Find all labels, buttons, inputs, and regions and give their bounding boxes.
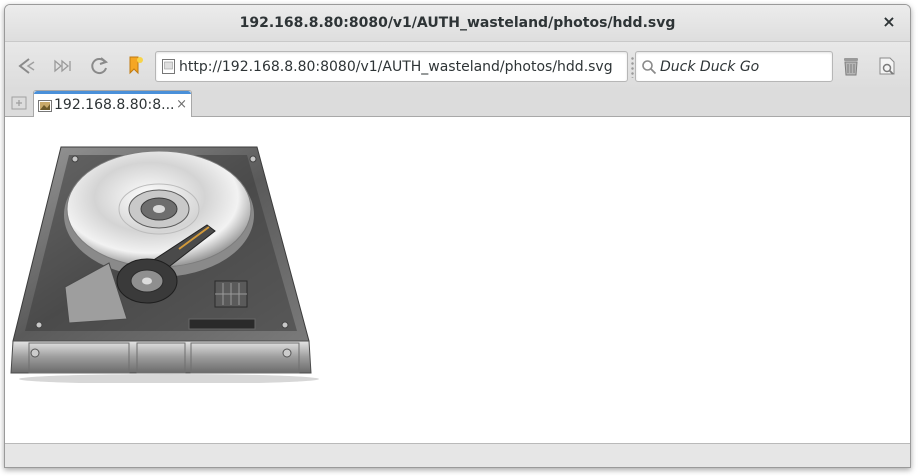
back-button[interactable] [13,52,41,80]
forward-button[interactable] [49,52,77,80]
page-icon [162,59,175,74]
reload-button[interactable] [85,52,113,80]
search-bar[interactable]: Duck Duck Go [635,51,833,82]
tab-close-icon[interactable]: × [176,97,187,112]
url-text[interactable]: http://192.168.8.80:8080/v1/AUTH_wastela… [179,59,613,75]
search-icon [642,60,657,75]
trash-icon [844,58,858,76]
status-bar [5,443,910,467]
back-icon [18,58,35,74]
toolbar: http://192.168.8.80:8080/v1/AUTH_wastela… [5,42,910,90]
bookmark-icon [129,56,143,75]
tab-bar: 192.168.8.80:8... × [5,90,910,118]
titlebar[interactable]: 192.168.8.80:8080/v1/AUTH_wasteland/phot… [5,5,910,42]
close-window-button[interactable]: × [880,13,898,31]
tools-button[interactable] [873,52,901,80]
forward-icon [54,59,71,73]
reload-icon [91,57,109,75]
search-input[interactable]: Duck Duck Go [660,59,759,75]
page-content [5,117,910,445]
image-icon [38,100,52,112]
bookmark-button[interactable] [121,52,149,80]
new-tab-icon[interactable] [11,96,27,110]
tools-icon [879,57,895,75]
trash-button[interactable] [837,52,865,80]
tab-label: 192.168.8.80:8... [54,97,175,113]
window-title: 192.168.8.80:8080/v1/AUTH_wasteland/phot… [239,15,676,31]
toolbar-splitter[interactable] [631,56,634,78]
url-bar[interactable]: http://192.168.8.80:8080/v1/AUTH_wastela… [155,51,628,82]
tab-active[interactable]: 192.168.8.80:8... × [33,90,192,118]
hdd-image [10,146,319,383]
browser-window: 192.168.8.80:8080/v1/AUTH_wasteland/phot… [4,4,911,468]
